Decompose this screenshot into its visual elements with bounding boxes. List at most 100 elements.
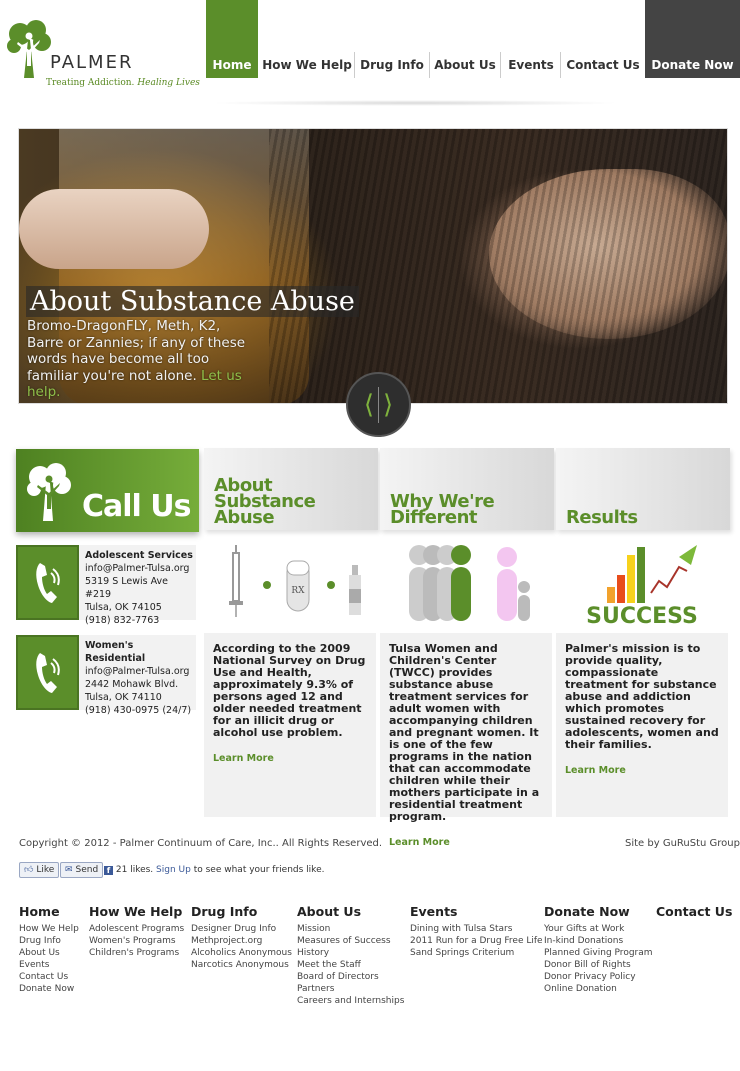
hero-hair-image: [269, 129, 727, 403]
location-address: 2442 Mohawk Blvd.: [85, 679, 179, 690]
hero-hand-image: [19, 189, 209, 269]
footer-link[interactable]: Drug Info: [19, 935, 79, 947]
card-text: According to the 2009 National Survey on…: [213, 642, 366, 739]
nav-donate-now[interactable]: Donate Now: [645, 0, 740, 78]
location-address: 5319 S Lewis Ave #219: [85, 576, 169, 600]
footer-link[interactable]: History: [297, 947, 404, 959]
fb-send-button[interactable]: ✉ Send: [60, 862, 104, 878]
success-chart-icon: SUCCESS: [556, 540, 728, 630]
footer-link[interactable]: Women's Programs: [89, 935, 184, 947]
learn-more-link[interactable]: Learn More: [389, 837, 543, 849]
card-header-about-substance-abuse[interactable]: About Substance Abuse: [204, 448, 378, 530]
footer-link[interactable]: Adolescent Programs: [89, 923, 184, 935]
footer-col-contact-us: Contact Us: [656, 904, 732, 923]
footer-link[interactable]: Donor Bill of Rights: [544, 959, 653, 971]
nav-events[interactable]: Events: [504, 0, 558, 78]
footer-link[interactable]: Online Donation: [544, 983, 653, 995]
footer-link[interactable]: Events: [19, 959, 79, 971]
footer-heading[interactable]: About Us: [297, 904, 404, 919]
logo-name: PALMER: [50, 52, 134, 73]
facebook-icon: f: [104, 866, 113, 875]
footer-heading[interactable]: Donate Now: [544, 904, 653, 919]
footer-link[interactable]: Donate Now: [19, 983, 79, 995]
footer-col-events: Events Dining with Tulsa Stars 2011 Run …: [410, 904, 543, 959]
footer-heading[interactable]: Home: [19, 904, 79, 919]
card-header-why-different[interactable]: Why We're Different: [380, 448, 554, 530]
location-city: Tulsa, OK 74110: [85, 692, 162, 703]
site-by-link[interactable]: Site by GuRuStu Group: [625, 838, 740, 849]
footer-link[interactable]: Contact Us: [19, 971, 79, 983]
footer-link[interactable]: Board of Directors: [297, 971, 404, 983]
location-email[interactable]: info@Palmer-Tulsa.org: [85, 563, 189, 574]
footer-col-home: Home How We Help Drug Info About Us Even…: [19, 904, 79, 995]
card-title: Why We're Different: [390, 491, 495, 528]
footer-link[interactable]: Mission: [297, 923, 404, 935]
footer-link[interactable]: Methproject.org: [191, 935, 292, 947]
footer-col-about-us: About Us Mission Measures of Success His…: [297, 904, 404, 1007]
slider-controls[interactable]: ⟨ ⟩: [346, 372, 411, 437]
slider-divider: [378, 386, 379, 423]
phone-icon: [16, 635, 79, 710]
palmer-logo[interactable]: PALMER Treating Addiction. Healing Lives: [6, 20, 200, 92]
nav-home[interactable]: Home: [206, 0, 258, 78]
learn-more-link[interactable]: Learn More: [565, 765, 719, 777]
footer-link[interactable]: How We Help: [19, 923, 79, 935]
fb-likes-text: f 21 likes. Sign Up to see what your fri…: [104, 865, 324, 875]
learn-more-link[interactable]: Learn More: [213, 753, 367, 765]
footer-link[interactable]: Alcoholics Anonymous: [191, 947, 292, 959]
copyright-text: Copyright © 2012 - Palmer Continuum of C…: [19, 838, 383, 849]
footer-heading[interactable]: Events: [410, 904, 543, 919]
location-email[interactable]: info@Palmer-Tulsa.org: [85, 666, 189, 677]
location-name: Adolescent Services: [85, 550, 193, 561]
footer-heading[interactable]: How We Help: [89, 904, 184, 919]
nav-divider: [560, 52, 561, 78]
phone-icon: [16, 545, 79, 620]
footer-link[interactable]: Sand Springs Criterium: [410, 947, 543, 959]
nav-divider: [500, 52, 501, 78]
drug-objects-icon: RX: [204, 540, 376, 630]
footer-link[interactable]: Measures of Success: [297, 935, 404, 947]
location-card: Adolescent Services info@Palmer-Tulsa.or…: [16, 545, 196, 626]
footer-link[interactable]: Your Gifts at Work: [544, 923, 653, 935]
footer-heading[interactable]: Contact Us: [656, 904, 732, 919]
location-card: Women's Residential info@Palmer-Tulsa.or…: [16, 635, 196, 716]
nav-divider: [429, 52, 430, 78]
footer-link[interactable]: Children's Programs: [89, 947, 184, 959]
call-us-banner[interactable]: Call Us: [16, 449, 199, 532]
nav-how-we-help[interactable]: How We Help: [262, 0, 352, 78]
thumbs-up-icon: 👍︎: [24, 865, 34, 875]
fb-signup-link[interactable]: Sign Up: [156, 865, 191, 875]
footer-link[interactable]: Narcotics Anonymous: [191, 959, 292, 971]
footer-link[interactable]: In-kind Donations: [544, 935, 653, 947]
hero-text: Bromo-DragonFLY, Meth, K2, Barre or Zann…: [27, 318, 246, 400]
nav-about-us[interactable]: About Us: [433, 0, 497, 78]
footer-link[interactable]: Partners: [297, 983, 404, 995]
footer-link[interactable]: Dining with Tulsa Stars: [410, 923, 543, 935]
fb-like-button[interactable]: 👍︎ Like: [19, 862, 60, 878]
nav-divider: [354, 52, 355, 78]
card-why-different: Tulsa Women and Children's Center (TWCC)…: [380, 633, 552, 848]
header-shadow: [210, 100, 620, 106]
footer-heading[interactable]: Drug Info: [191, 904, 292, 919]
footer-link[interactable]: Donor Privacy Policy: [544, 971, 653, 983]
slider-next-icon[interactable]: ⟩: [383, 392, 393, 418]
slider-prev-icon[interactable]: ⟨: [364, 392, 374, 418]
footer-link[interactable]: Meet the Staff: [297, 959, 404, 971]
footer-link[interactable]: Designer Drug Info: [191, 923, 292, 935]
footer-link[interactable]: Careers and Internships: [297, 995, 404, 1007]
footer-link[interactable]: Planned Giving Program: [544, 947, 653, 959]
card-about-substance-abuse: According to the 2009 National Survey on…: [204, 633, 376, 817]
footer-link[interactable]: 2011 Run for a Drug Free Life: [410, 935, 543, 947]
hero-title: About Substance Abuse: [26, 286, 359, 317]
rx-label: RX: [291, 586, 305, 596]
footer-col-donate-now: Donate Now Your Gifts at Work In-kind Do…: [544, 904, 653, 995]
location-phone: (918) 430-0975 (24/7): [85, 705, 192, 716]
card-header-results[interactable]: Results: [556, 448, 730, 530]
nav-drug-info[interactable]: Drug Info: [358, 0, 426, 78]
footer-link[interactable]: About Us: [19, 947, 79, 959]
nav-contact-us[interactable]: Contact Us: [562, 0, 644, 78]
send-icon: ✉: [65, 865, 73, 875]
location-phone: (918) 832-7763: [85, 615, 160, 626]
card-text: Palmer's mission is to provide quality, …: [565, 642, 719, 751]
people-figures-icon: [380, 540, 552, 630]
